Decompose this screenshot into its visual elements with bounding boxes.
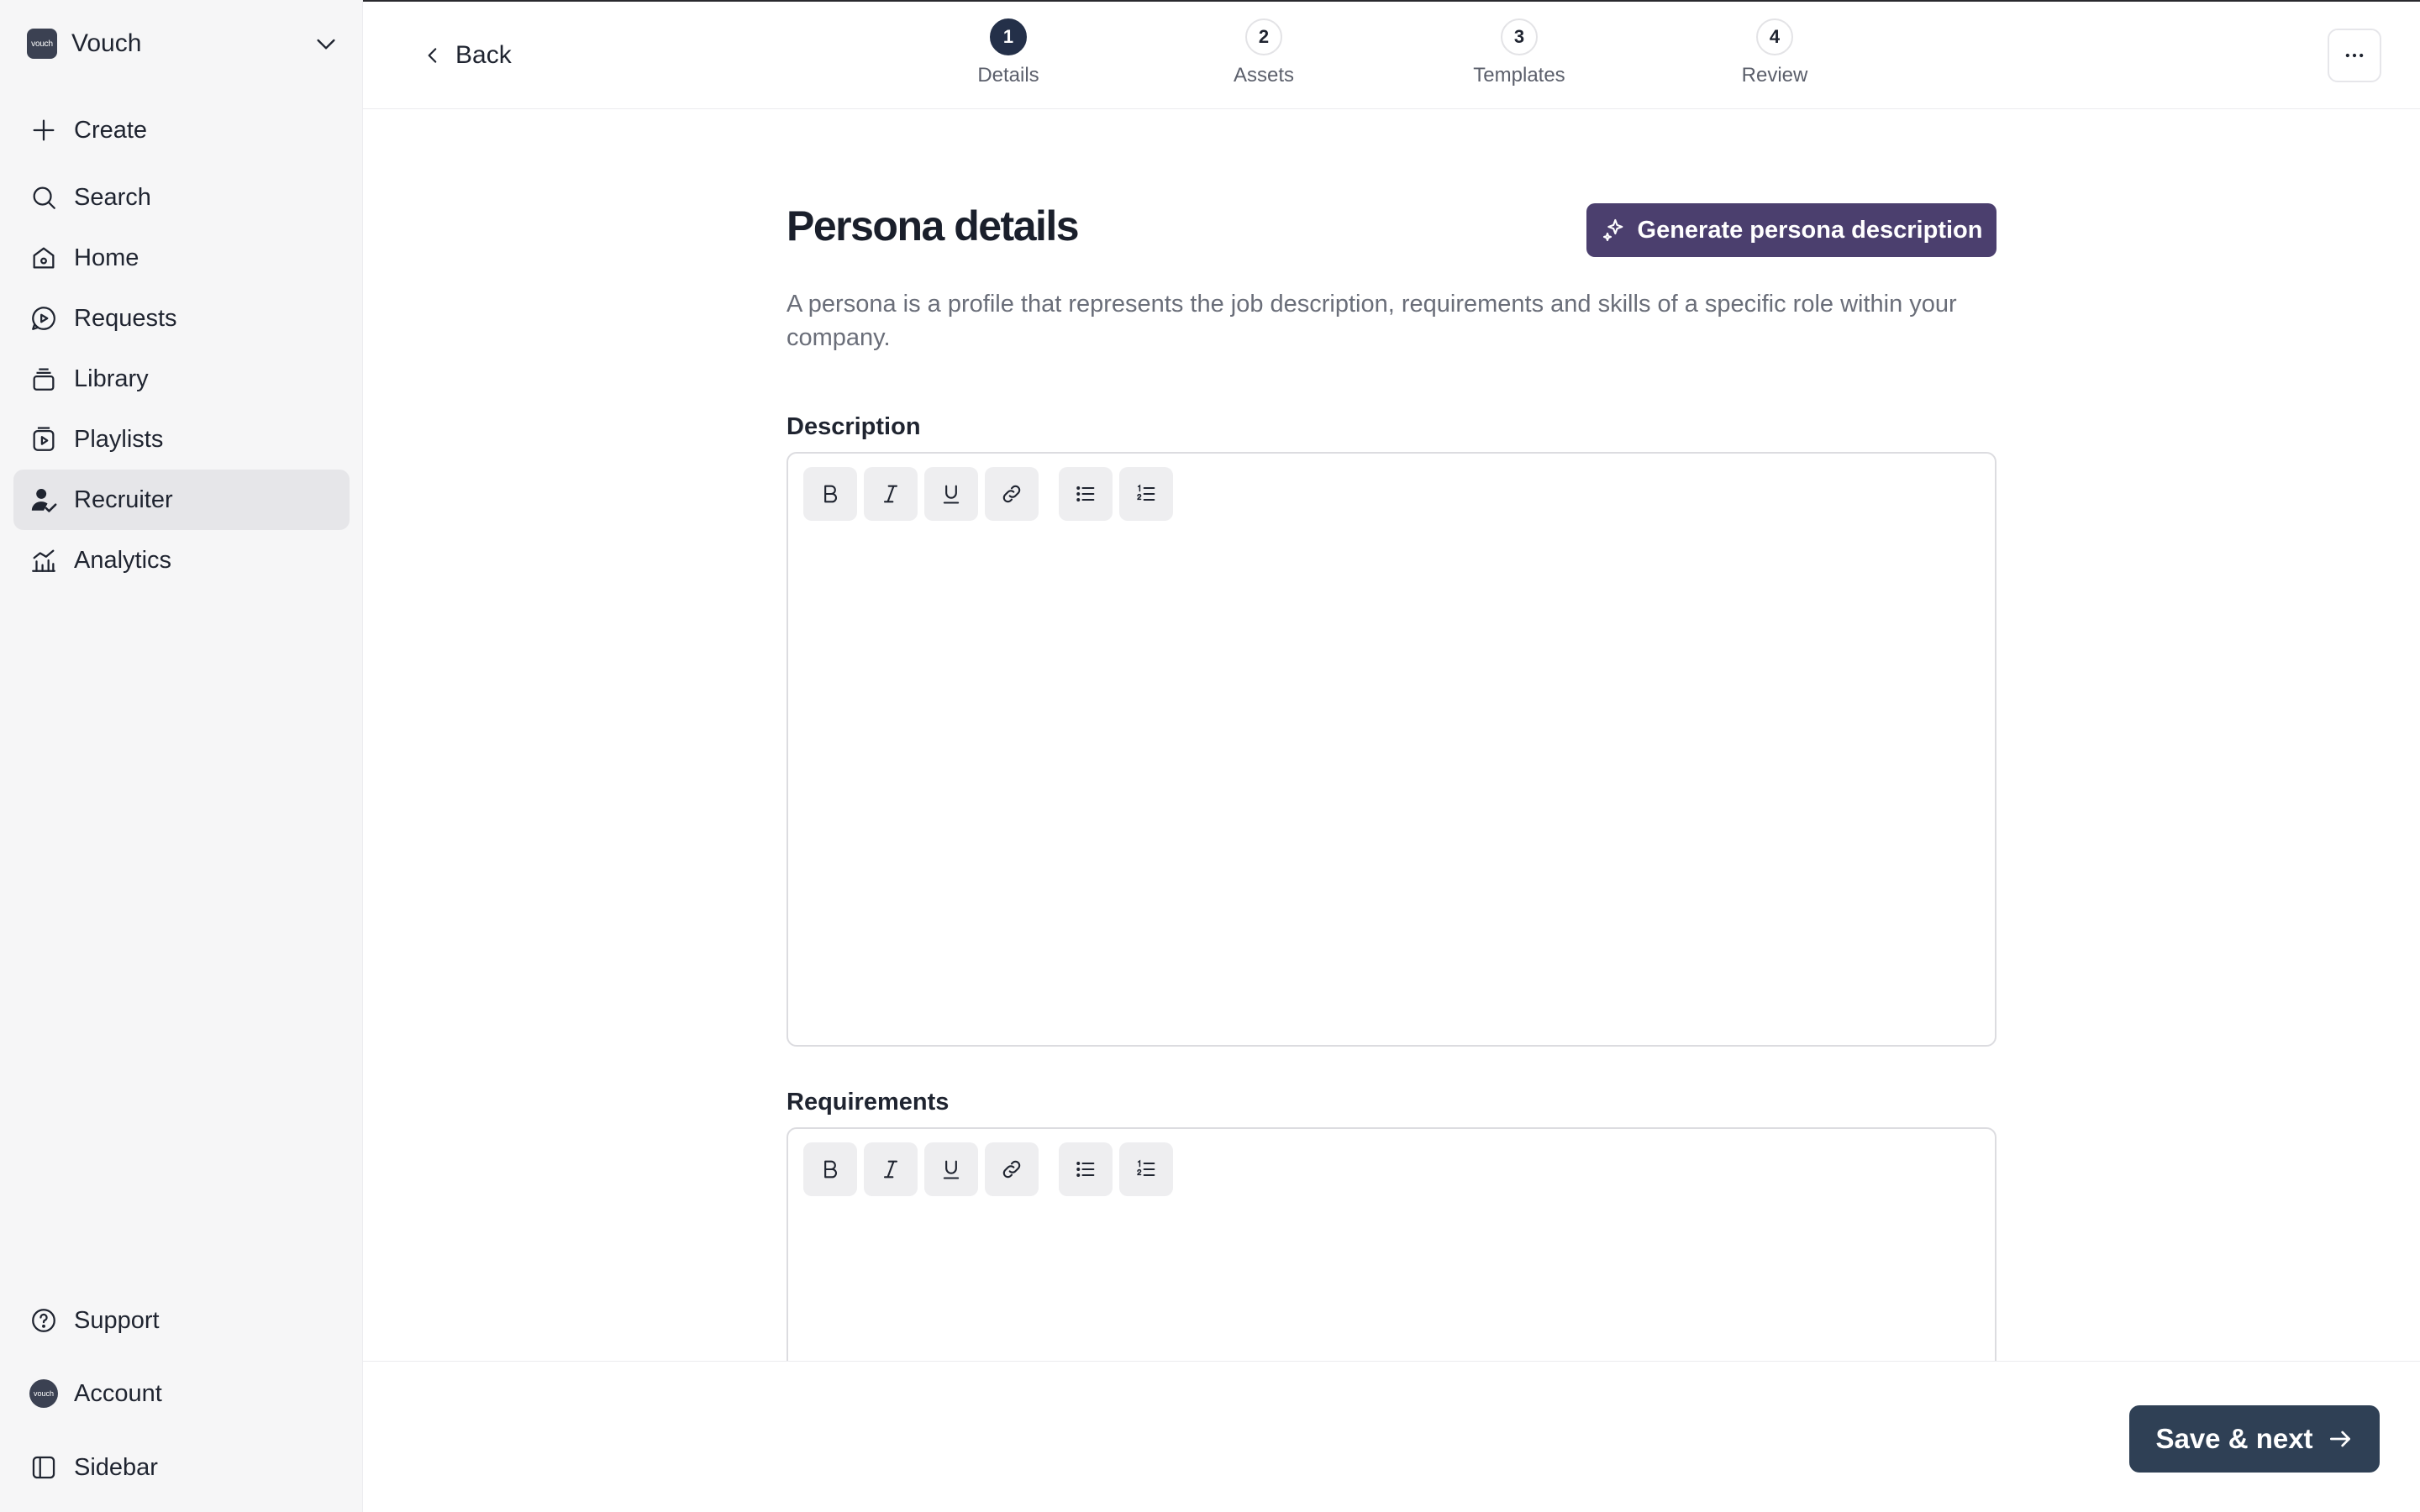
step-templates[interactable]: 3 Templates bbox=[1435, 18, 1603, 87]
sidebar-item-recruiter[interactable]: Recruiter bbox=[13, 470, 350, 530]
step-label: Review bbox=[1741, 64, 1808, 87]
generate-persona-description-button[interactable]: Generate persona description bbox=[1586, 203, 1996, 257]
sidebar-item-sidebar-toggle[interactable]: Sidebar bbox=[13, 1437, 350, 1498]
chevron-down-icon bbox=[317, 39, 335, 50]
bulleted-list-button[interactable] bbox=[1059, 467, 1113, 521]
chevron-left-icon bbox=[428, 48, 437, 63]
sidebar-item-playlists[interactable]: Playlists bbox=[13, 409, 350, 470]
underline-button[interactable] bbox=[924, 467, 978, 521]
step-review[interactable]: 4 Review bbox=[1691, 18, 1859, 87]
link-icon bbox=[1002, 485, 1021, 503]
step-number: 1 bbox=[990, 18, 1027, 55]
editor-toolbar bbox=[803, 1142, 1180, 1196]
sidebar-item-label: Support bbox=[74, 1306, 160, 1334]
description-editor[interactable] bbox=[786, 452, 1996, 1047]
numbered-list-icon bbox=[1137, 484, 1155, 501]
plus-icon bbox=[29, 115, 59, 145]
sidebar-item-requests[interactable]: Requests bbox=[13, 288, 350, 349]
step-details[interactable]: 1 Details bbox=[924, 18, 1092, 87]
sidebar-item-label: Playlists bbox=[74, 425, 164, 453]
analytics-icon bbox=[29, 545, 59, 575]
recruiter-icon bbox=[29, 485, 59, 515]
underline-icon bbox=[943, 485, 960, 504]
link-button[interactable] bbox=[985, 467, 1039, 521]
more-horizontal-icon bbox=[2345, 53, 2364, 58]
description-text-area[interactable] bbox=[803, 534, 1980, 1035]
italic-icon bbox=[883, 1160, 898, 1179]
bold-button[interactable] bbox=[803, 467, 857, 521]
sidebar-item-label: Sidebar bbox=[74, 1453, 158, 1481]
bold-icon bbox=[824, 1160, 837, 1179]
numbered-list-icon bbox=[1137, 1159, 1155, 1177]
save-and-next-button[interactable]: Save & next bbox=[2129, 1405, 2380, 1473]
sidebar-toggle-icon bbox=[29, 1452, 59, 1483]
generate-button-label: Generate persona description bbox=[1637, 216, 1983, 244]
sidebar-item-library[interactable]: Library bbox=[13, 349, 350, 409]
sidebar-item-search[interactable]: Search bbox=[13, 167, 350, 228]
step-label: Assets bbox=[1233, 64, 1295, 87]
step-assets[interactable]: 2 Assets bbox=[1180, 18, 1348, 87]
sidebar-item-label: Search bbox=[74, 183, 151, 211]
playlists-icon bbox=[29, 424, 59, 454]
sidebar-item-home[interactable]: Home bbox=[13, 228, 350, 288]
avatar: vouch bbox=[29, 1379, 58, 1408]
sparkle-icon bbox=[1602, 218, 1623, 242]
page-description: A persona is a profile that represents t… bbox=[786, 291, 1957, 351]
step-label: Details bbox=[977, 64, 1039, 87]
arrow-right-icon bbox=[2329, 1431, 2350, 1447]
sidebar-item-label: Library bbox=[74, 365, 149, 392]
bulleted-list-button[interactable] bbox=[1059, 1142, 1113, 1196]
workspace-switcher[interactable]: vouch Vouch bbox=[27, 25, 339, 62]
main-content: Persona details Generate persona descrip… bbox=[363, 109, 2420, 1480]
sidebar-item-label: Analytics bbox=[74, 546, 172, 574]
italic-icon bbox=[883, 485, 898, 503]
top-bar: Back 1 Details 2 Assets 3 Templates 4 Re… bbox=[363, 0, 2420, 109]
underline-icon bbox=[943, 1160, 960, 1179]
requests-icon bbox=[29, 303, 59, 333]
account-avatar: vouch bbox=[29, 1378, 59, 1409]
step-number: 2 bbox=[1245, 18, 1282, 55]
step-number: 4 bbox=[1756, 18, 1793, 55]
bold-icon bbox=[824, 485, 837, 503]
sidebar-item-support[interactable]: Support bbox=[13, 1290, 350, 1351]
step-number: 3 bbox=[1501, 18, 1538, 55]
back-label: Back bbox=[455, 41, 512, 69]
workspace-name: Vouch bbox=[71, 29, 142, 57]
help-icon bbox=[29, 1305, 59, 1336]
sidebar-item-label: Account bbox=[74, 1379, 162, 1407]
sidebar-item-label: Recruiter bbox=[74, 486, 173, 513]
home-icon bbox=[29, 243, 59, 273]
underline-button[interactable] bbox=[924, 1142, 978, 1196]
sidebar-item-analytics[interactable]: Analytics bbox=[13, 530, 350, 591]
footer-bar: Save & next bbox=[363, 1361, 2420, 1512]
bulleted-list-icon bbox=[1076, 486, 1095, 501]
editor-toolbar bbox=[803, 467, 1180, 521]
bold-button[interactable] bbox=[803, 1142, 857, 1196]
back-button[interactable]: Back bbox=[422, 37, 512, 74]
sidebar-item-create[interactable]: Create bbox=[13, 100, 350, 160]
requirements-label: Requirements bbox=[786, 1089, 950, 1116]
sidebar-item-account[interactable]: vouch Account bbox=[13, 1363, 350, 1424]
step-label: Templates bbox=[1473, 64, 1565, 87]
more-options-button[interactable] bbox=[2328, 29, 2381, 82]
description-label: Description bbox=[786, 413, 921, 440]
library-icon bbox=[29, 364, 59, 394]
bulleted-list-icon bbox=[1076, 1162, 1095, 1177]
numbered-list-button[interactable] bbox=[1119, 1142, 1173, 1196]
sidebar-item-label: Create bbox=[74, 116, 148, 144]
italic-button[interactable] bbox=[864, 467, 918, 521]
link-icon bbox=[1002, 1160, 1021, 1179]
page-title: Persona details bbox=[786, 202, 1080, 249]
numbered-list-button[interactable] bbox=[1119, 467, 1173, 521]
sidebar: vouch Vouch Create Search Home Requests … bbox=[0, 0, 363, 1512]
sidebar-item-label: Home bbox=[74, 244, 139, 271]
search-icon bbox=[29, 182, 59, 213]
save-button-label: Save & next bbox=[2155, 1423, 2313, 1454]
sidebar-item-label: Requests bbox=[74, 304, 177, 332]
link-button[interactable] bbox=[985, 1142, 1039, 1196]
italic-button[interactable] bbox=[864, 1142, 918, 1196]
workspace-logo: vouch bbox=[27, 29, 57, 59]
